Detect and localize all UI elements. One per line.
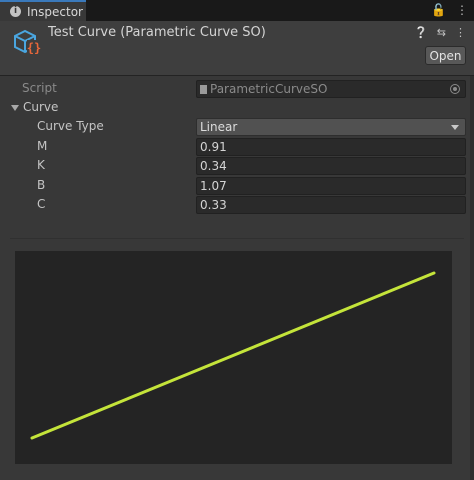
curve-line (30, 271, 436, 440)
curve-preview (15, 251, 452, 464)
b-row: B 1.07 (0, 176, 474, 196)
script-value: ParametricCurveSO (210, 82, 328, 96)
script-label: Script (22, 81, 57, 95)
lock-icon[interactable]: 🔓 (431, 3, 446, 17)
tab-bar-controls: 🔓 ⋮ (431, 3, 468, 17)
curve-type-label: Curve Type (37, 119, 104, 133)
tab-inspector-label: Inspector (27, 4, 83, 19)
scriptable-object-icon: {} (14, 29, 41, 55)
c-row: C 0.33 (0, 195, 474, 215)
curve-type-row: Curve Type Linear (0, 117, 474, 137)
curve-label: Curve (23, 100, 59, 114)
scrollbar[interactable] (470, 76, 474, 480)
inspector-header: {} Test Curve (Parametric Curve SO) ❔ ⇆ … (0, 21, 474, 76)
object-title: Test Curve (Parametric Curve SO) (48, 25, 266, 40)
c-field[interactable]: 0.33 (196, 196, 466, 214)
curve-type-dropdown[interactable]: Linear (196, 118, 466, 136)
script-file-icon (200, 85, 207, 94)
k-label: K (37, 158, 45, 172)
curve-type-value: Linear (200, 120, 238, 134)
c-label: C (37, 197, 46, 211)
curve-preview-svg (30, 271, 436, 440)
m-row: M 0.91 (0, 137, 474, 157)
help-icon[interactable]: ❔ (414, 26, 428, 39)
script-field[interactable]: ParametricCurveSO (196, 80, 466, 98)
dropdown-arrow-icon (451, 125, 459, 130)
header-icons: ❔ ⇆ ⋮ (414, 26, 466, 39)
tab-bar: i Inspector 🔓 ⋮ (0, 0, 474, 21)
curve-foldout[interactable]: Curve (0, 98, 474, 118)
script-row: Script ParametricCurveSO (0, 79, 474, 99)
svg-text:{}: {} (27, 41, 41, 55)
object-picker-icon[interactable] (450, 84, 460, 94)
m-label: M (37, 139, 48, 153)
k-row: K 0.34 (0, 156, 474, 176)
preset-icon[interactable]: ⇆ (437, 26, 446, 39)
open-button[interactable]: Open (425, 46, 466, 65)
b-field[interactable]: 1.07 (196, 177, 466, 195)
b-label: B (37, 178, 46, 192)
k-field[interactable]: 0.34 (196, 157, 466, 175)
context-menu-icon[interactable]: ⋮ (455, 26, 466, 39)
kebab-menu-icon[interactable]: ⋮ (456, 3, 468, 17)
foldout-arrow-icon[interactable] (11, 105, 19, 111)
m-field[interactable]: 0.91 (196, 138, 466, 156)
tab-inspector[interactable]: i Inspector (0, 0, 86, 21)
section-divider (10, 238, 464, 239)
info-icon: i (10, 6, 21, 17)
